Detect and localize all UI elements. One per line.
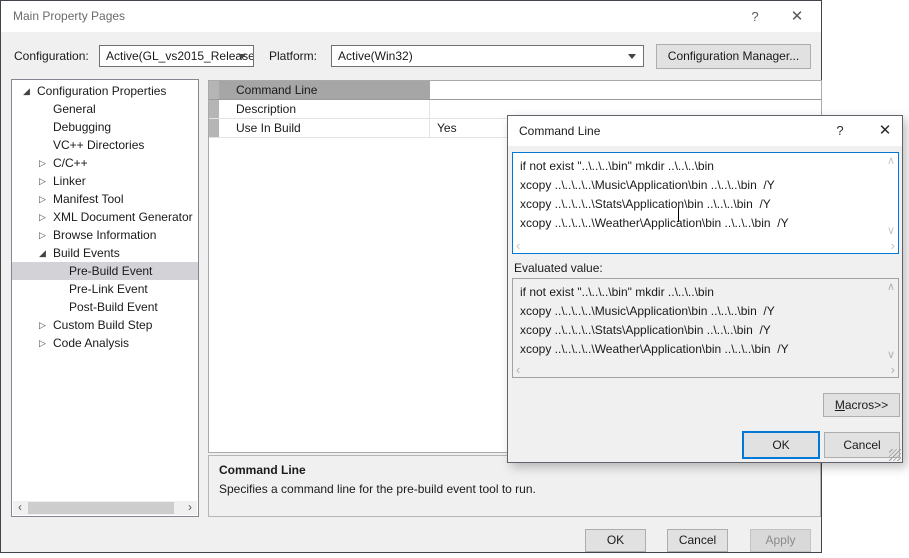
scroll-left-icon[interactable]: ‹ bbox=[516, 240, 520, 251]
tree-item-pre-build-event[interactable]: Pre-Build Event bbox=[12, 262, 198, 280]
evaluated-value-label: Evaluated value: bbox=[514, 261, 603, 275]
tree-item-code-analysis[interactable]: ▷Code Analysis bbox=[12, 334, 198, 352]
macros-button[interactable]: Macros>> bbox=[823, 393, 900, 417]
main-titlebar: Main Property Pages ? ✕ bbox=[1, 1, 821, 32]
tree-item-post-build-event[interactable]: Post-Build Event bbox=[12, 298, 198, 316]
property-help-panel: Command Line Specifies a command line fo… bbox=[208, 455, 821, 517]
configuration-label: Configuration: bbox=[14, 49, 89, 63]
tree-collapsed-icon[interactable]: ▷ bbox=[39, 208, 46, 226]
cancel-button[interactable]: Cancel bbox=[667, 529, 728, 552]
tree-item-linker[interactable]: ▷Linker bbox=[12, 172, 198, 190]
scroll-down-icon[interactable]: ∨ bbox=[887, 350, 895, 361]
tree-item-build-events[interactable]: ◢Build Events bbox=[12, 244, 198, 262]
evaluated-value-box[interactable]: if not exist "..\..\..\bin" mkdir ..\..\… bbox=[512, 278, 899, 378]
grid-value-command-line[interactable] bbox=[430, 81, 821, 99]
tree-item-custom-build-step[interactable]: ▷Custom Build Step bbox=[12, 316, 198, 334]
help-icon[interactable]: ? bbox=[827, 116, 853, 146]
tree-expanded-icon[interactable]: ◢ bbox=[23, 82, 30, 100]
tree-horizontal-scrollbar[interactable]: ‹ › bbox=[13, 501, 197, 515]
tree-collapsed-icon[interactable]: ▷ bbox=[39, 154, 46, 172]
platform-label: Platform: bbox=[269, 49, 317, 63]
dialog-ok-button[interactable]: OK bbox=[742, 431, 820, 459]
close-icon[interactable]: ✕ bbox=[872, 116, 898, 146]
help-icon[interactable]: ? bbox=[742, 1, 768, 32]
dialog-titlebar: Command Line ? ✕ bbox=[508, 116, 902, 146]
tree-collapsed-icon[interactable]: ▷ bbox=[39, 172, 46, 190]
tree-collapsed-icon[interactable]: ▷ bbox=[39, 190, 46, 208]
scroll-left-icon[interactable]: ‹ bbox=[14, 501, 26, 514]
property-pages-tree: ◢Configuration Properties General Debugg… bbox=[11, 79, 199, 517]
command-line-dialog: Command Line ? ✕ if not exist "..\..\..\… bbox=[507, 115, 903, 463]
help-description: Specifies a command line for the pre-bui… bbox=[219, 482, 810, 496]
grid-row-command-line[interactable]: Command Line bbox=[209, 81, 821, 100]
scroll-down-icon[interactable]: ∨ bbox=[887, 226, 895, 237]
command-line-textarea[interactable]: if not exist "..\..\..\bin" mkdir ..\..\… bbox=[512, 152, 899, 254]
tree-collapsed-icon[interactable]: ▷ bbox=[39, 316, 46, 334]
tree-item-pre-link-event[interactable]: Pre-Link Event bbox=[12, 280, 198, 298]
configuration-manager-button[interactable]: Configuration Manager... bbox=[656, 44, 811, 69]
scroll-right-icon[interactable]: › bbox=[184, 501, 196, 514]
tree-item-c-cpp[interactable]: ▷C/C++ bbox=[12, 154, 198, 172]
tree-item-general[interactable]: General bbox=[12, 100, 198, 118]
tree-item-xml-document-generator[interactable]: ▷XML Document Generator bbox=[12, 208, 198, 226]
tree-item-manifest-tool[interactable]: ▷Manifest Tool bbox=[12, 190, 198, 208]
scrollbar-thumb[interactable] bbox=[28, 502, 174, 514]
text-caret bbox=[678, 207, 679, 222]
tree-collapsed-icon[interactable]: ▷ bbox=[39, 334, 46, 352]
dialog-title: Command Line bbox=[519, 116, 600, 146]
configuration-value: Active(GL_vs2015_Release bbox=[106, 49, 254, 63]
platform-value: Active(Win32) bbox=[338, 49, 413, 63]
scroll-right-icon[interactable]: › bbox=[891, 240, 895, 251]
ok-button[interactable]: OK bbox=[585, 529, 646, 552]
close-icon[interactable]: ✕ bbox=[784, 1, 810, 32]
chevron-down-icon bbox=[238, 54, 246, 59]
tree-collapsed-icon[interactable]: ▷ bbox=[39, 226, 46, 244]
chevron-down-icon bbox=[628, 54, 636, 59]
scroll-up-icon[interactable]: ∧ bbox=[887, 156, 895, 167]
scroll-right-icon[interactable]: › bbox=[891, 364, 895, 375]
tree-item-debugging[interactable]: Debugging bbox=[12, 118, 198, 136]
window-title: Main Property Pages bbox=[13, 1, 125, 32]
tree-item-browse-information[interactable]: ▷Browse Information bbox=[12, 226, 198, 244]
resize-grip-icon[interactable] bbox=[889, 449, 901, 461]
tree-item-vcpp-directories[interactable]: VC++ Directories bbox=[12, 136, 198, 154]
tree-item-configuration-properties[interactable]: ◢Configuration Properties bbox=[12, 82, 198, 100]
scroll-up-icon[interactable]: ∧ bbox=[887, 282, 895, 293]
help-title: Command Line bbox=[219, 463, 810, 477]
platform-dropdown[interactable]: Active(Win32) bbox=[331, 45, 644, 67]
tree-expanded-icon[interactable]: ◢ bbox=[39, 244, 46, 262]
configuration-dropdown[interactable]: Active(GL_vs2015_Release bbox=[99, 45, 254, 67]
apply-button[interactable]: Apply bbox=[750, 529, 811, 552]
scroll-left-icon[interactable]: ‹ bbox=[516, 364, 520, 375]
screen: { "window": { "title": "Main Property Pa… bbox=[0, 0, 909, 558]
